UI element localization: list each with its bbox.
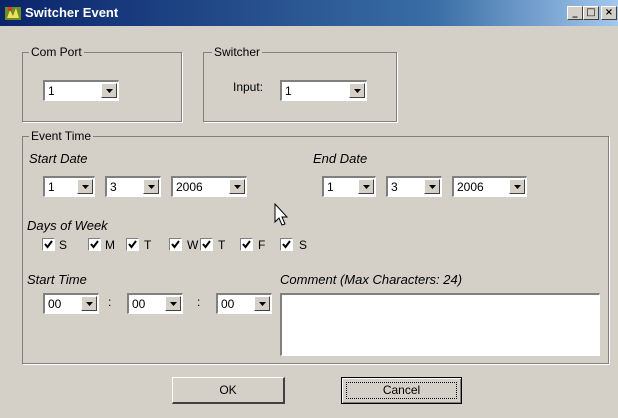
chevron-down-icon — [354, 89, 361, 93]
event-time-label: Event Time — [29, 129, 94, 143]
cancel-button[interactable]: Cancel — [341, 377, 462, 404]
start-hour-dropdown-button[interactable] — [81, 296, 97, 311]
maximize-button[interactable]: □ — [583, 6, 599, 20]
start-time-label: Start Time — [27, 272, 87, 287]
chevron-down-icon — [82, 185, 89, 189]
checkmark-icon — [171, 240, 180, 249]
start-month-select[interactable]: 3 — [105, 176, 161, 197]
minimize-icon: _ — [572, 7, 578, 18]
start-minute-value: 00 — [132, 297, 146, 311]
end-day-value: 1 — [327, 180, 334, 194]
chevron-down-icon — [148, 185, 155, 189]
end-month-dropdown-button[interactable] — [424, 179, 440, 194]
close-button[interactable]: × — [601, 6, 617, 20]
com-port-dropdown-button[interactable] — [101, 83, 117, 98]
start-second-select[interactable]: 00 — [216, 293, 272, 314]
switcher-group: Switcher Input: 1 — [203, 45, 397, 122]
switcher-input-value: 1 — [285, 84, 292, 98]
start-month-dropdown-button[interactable] — [143, 179, 159, 194]
chevron-down-icon — [363, 185, 370, 189]
chevron-down-icon — [86, 302, 93, 306]
day-label-thursday: T — [218, 238, 226, 252]
switcher-label: Switcher — [212, 45, 263, 59]
checkmark-icon — [242, 240, 251, 249]
comment-label: Comment (Max Characters: 24) — [280, 272, 463, 287]
time-separator: : — [108, 295, 112, 309]
mouse-pointer-icon — [274, 203, 288, 226]
com-port-select[interactable]: 1 — [43, 80, 119, 101]
comment-textarea[interactable] — [280, 293, 600, 356]
start-day-select[interactable]: 1 — [43, 176, 95, 197]
com-port-value: 1 — [48, 84, 55, 98]
chevron-down-icon — [429, 185, 436, 189]
switcher-input-dropdown-button[interactable] — [349, 83, 365, 98]
day-label-saturday: S — [299, 238, 308, 252]
day-checkbox-saturday[interactable] — [280, 238, 293, 251]
day-checkbox-friday[interactable] — [240, 238, 253, 251]
end-day-select[interactable]: 1 — [322, 176, 376, 197]
ok-button-label: OK — [219, 383, 237, 397]
day-label-sunday: S — [59, 238, 68, 252]
start-second-dropdown-button[interactable] — [254, 296, 270, 311]
end-year-value: 2006 — [457, 180, 484, 194]
day-checkbox-monday[interactable] — [88, 238, 101, 251]
window-title: Switcher Event — [25, 5, 119, 20]
checkmark-icon — [128, 240, 137, 249]
checkmark-icon — [90, 240, 99, 249]
day-label-monday: M — [105, 238, 115, 252]
day-label-wednesday: W — [187, 238, 199, 252]
focus-rect — [346, 382, 457, 399]
start-hour-select[interactable]: 00 — [43, 293, 99, 314]
start-year-value: 2006 — [176, 180, 203, 194]
checkmark-icon — [282, 240, 291, 249]
start-day-dropdown-button[interactable] — [77, 179, 93, 194]
checkmark-icon — [202, 240, 211, 249]
start-minute-dropdown-button[interactable] — [165, 296, 181, 311]
chevron-down-icon — [259, 302, 266, 306]
day-label-tuesday: T — [144, 238, 152, 252]
time-separator: : — [197, 295, 201, 309]
checkmark-icon — [44, 240, 53, 249]
day-checkbox-tuesday[interactable] — [126, 238, 139, 251]
input-label: Input: — [233, 80, 264, 94]
app-icon — [5, 7, 21, 20]
event-time-group: Event Time Start Date End Date 1 3 2006 … — [22, 129, 609, 364]
end-month-value: 3 — [391, 180, 398, 194]
chevron-down-icon — [106, 89, 113, 93]
end-day-dropdown-button[interactable] — [358, 179, 374, 194]
maximize-icon: □ — [586, 7, 596, 18]
chevron-down-icon — [234, 185, 241, 189]
end-month-select[interactable]: 3 — [386, 176, 442, 197]
day-checkbox-sunday[interactable] — [42, 238, 55, 251]
com-port-label: Com Port — [29, 45, 84, 59]
start-year-dropdown-button[interactable] — [229, 179, 245, 194]
start-month-value: 3 — [110, 180, 117, 194]
minimize-button[interactable]: _ — [567, 6, 583, 20]
end-date-label: End Date — [313, 151, 368, 166]
day-label-friday: F — [258, 238, 266, 252]
start-second-value: 00 — [221, 297, 235, 311]
com-port-group: Com Port 1 — [22, 45, 182, 122]
ok-button[interactable]: OK — [172, 377, 285, 404]
start-hour-value: 00 — [48, 297, 62, 311]
chevron-down-icon — [170, 302, 177, 306]
start-date-label: Start Date — [29, 151, 88, 166]
title-bar[interactable]: Switcher Event _ □ × — [0, 0, 618, 26]
start-year-select[interactable]: 2006 — [171, 176, 247, 197]
days-of-week-label: Days of Week — [27, 218, 108, 233]
switcher-event-window: Switcher Event _ □ × Com Port 1 Switcher… — [0, 0, 618, 418]
day-checkbox-thursday[interactable] — [200, 238, 213, 251]
close-icon: × — [604, 7, 614, 18]
start-day-value: 1 — [48, 180, 55, 194]
chevron-down-icon — [514, 185, 521, 189]
switcher-input-select[interactable]: 1 — [280, 80, 367, 101]
end-year-dropdown-button[interactable] — [509, 179, 525, 194]
day-checkbox-wednesday[interactable] — [169, 238, 182, 251]
start-minute-select[interactable]: 00 — [127, 293, 183, 314]
end-year-select[interactable]: 2006 — [452, 176, 527, 197]
